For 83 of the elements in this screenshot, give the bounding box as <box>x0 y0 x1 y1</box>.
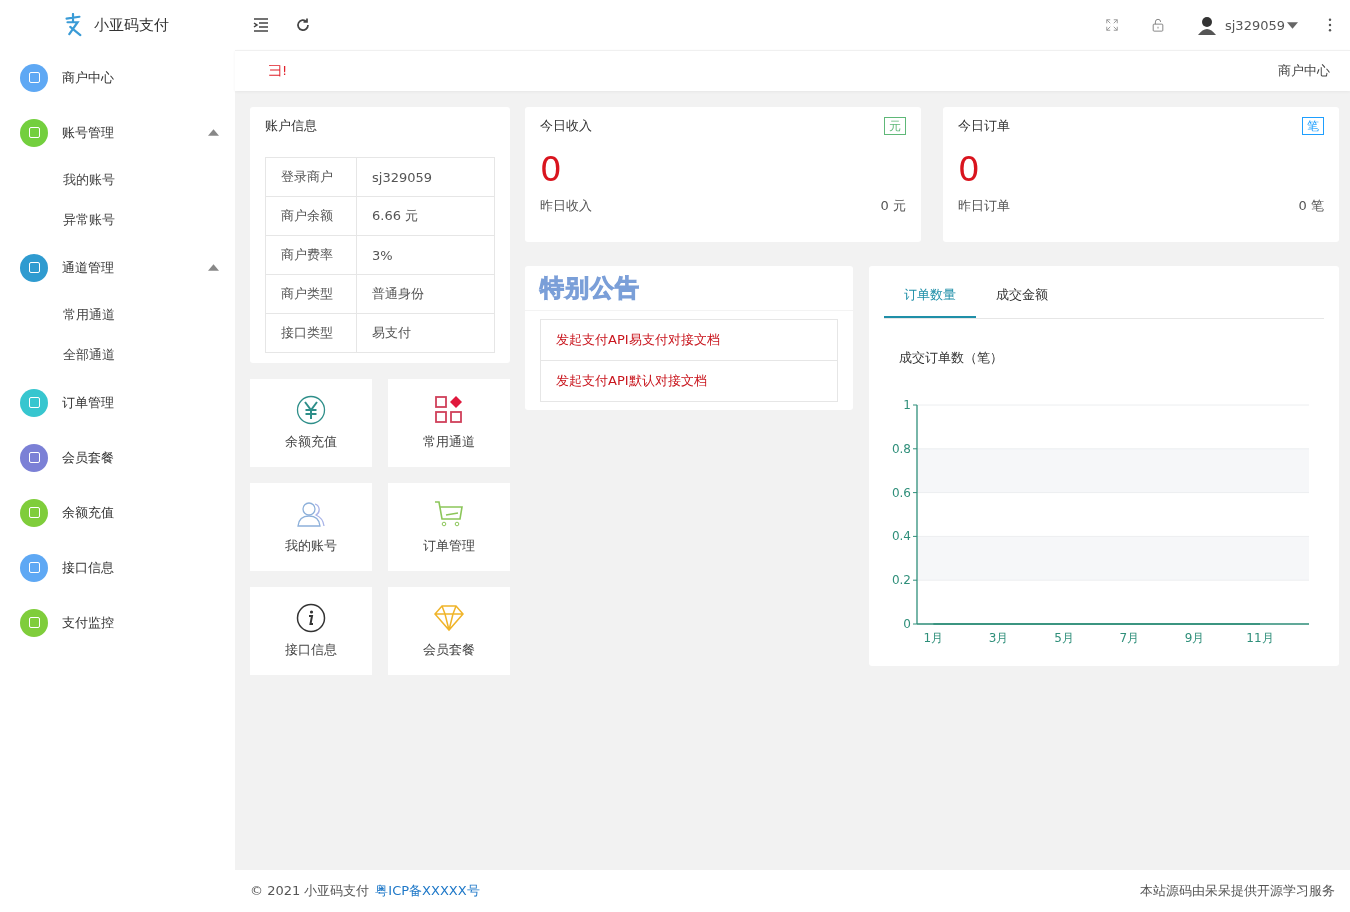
menu-icon[interactable] <box>253 17 269 33</box>
icp-link[interactable]: 粤ICP备XXXXX号 <box>375 882 480 900</box>
shortcut-label: 常用通道 <box>423 433 475 451</box>
username-link[interactable]: sj329059 <box>1225 17 1285 33</box>
shortcut-label: 订单管理 <box>423 537 475 555</box>
breadcrumb: 商户中心 <box>1278 62 1330 80</box>
x-tick-label: 7月 <box>1119 631 1140 645</box>
shortcut-tile[interactable]: 会员套餐 <box>388 587 510 675</box>
lock-icon[interactable] <box>1151 18 1165 32</box>
notice-title: 特别公告 <box>540 273 640 304</box>
stat-sub-value: 0 笔 <box>1298 197 1324 215</box>
x-tick-label: 5月 <box>1054 631 1074 645</box>
avatar-icon <box>1197 15 1217 35</box>
shortcut-label: 余额充值 <box>285 433 337 451</box>
card-title: 账户信息 <box>265 117 318 135</box>
dropdown-caret-icon[interactable] <box>1287 21 1298 29</box>
stat-sub-value: 0 元 <box>880 197 906 215</box>
sidebar-item[interactable]: 接口信息 <box>0 540 235 595</box>
sidebar-item[interactable]: 支付监控 <box>0 595 235 650</box>
table-cell: 接口类型 <box>265 313 357 353</box>
chart-tab[interactable]: 订单数量 <box>884 278 976 318</box>
shortcut-label: 我的账号 <box>285 537 337 555</box>
stat-value: 0 <box>540 149 563 189</box>
y-tick-label: 0.6 <box>891 485 911 500</box>
yen-icon <box>296 395 326 425</box>
sidebar-item[interactable]: 账号管理 <box>0 105 235 160</box>
x-tick-label: 11月 <box>1246 631 1274 645</box>
table-cell: 商户类型 <box>265 274 357 314</box>
stat-label: 昨日订单 <box>958 197 1010 215</box>
sidebar-item[interactable]: 订单管理 <box>0 375 235 430</box>
shortcut-tile[interactable]: 常用通道 <box>388 379 510 467</box>
y-tick-label: 0.2 <box>891 573 911 588</box>
brand-name: 小亚码支付 <box>94 15 169 35</box>
sidebar-item[interactable]: 余额充值 <box>0 485 235 540</box>
doc-link[interactable]: 发起支付API默认对接文档 <box>541 361 837 401</box>
shortcut-tile[interactable]: 我的账号 <box>250 483 372 571</box>
stat-label: 昨日收入 <box>540 197 592 215</box>
diamond-icon <box>434 603 464 633</box>
unit-tag: 元 <box>884 117 906 135</box>
doc-link[interactable]: 发起支付API易支付对接文档 <box>541 320 837 361</box>
card-title: 今日订单 <box>958 117 1010 135</box>
info-icon <box>296 603 326 633</box>
marquee-text: 彐! <box>269 62 289 80</box>
table-cell: 6.66 元 <box>356 196 495 236</box>
sidebar-item[interactable]: 会员套餐 <box>0 430 235 485</box>
sidebar-item[interactable]: 商户中心 <box>0 50 235 105</box>
table-cell: 商户余额 <box>265 196 357 236</box>
sidebar-subitem[interactable]: 我的账号 <box>0 160 235 200</box>
users-icon <box>296 499 326 529</box>
y-tick-label: 0 <box>903 617 911 631</box>
cart-icon <box>434 499 464 529</box>
more-icon[interactable] <box>1328 18 1332 32</box>
x-tick-label: 1月 <box>923 631 944 645</box>
shortcut-tile[interactable]: 接口信息 <box>250 587 372 675</box>
shortcut-label: 会员套餐 <box>423 641 475 659</box>
x-tick-label: 9月 <box>1184 631 1205 645</box>
chart-title: 成交订单数（笔） <box>899 349 1004 367</box>
table-cell: 商户费率 <box>265 235 357 275</box>
y-tick-label: 1 <box>903 398 911 412</box>
unit-tag: 笔 <box>1302 117 1324 135</box>
table-cell: 普通身份 <box>356 274 495 314</box>
chart-tab[interactable]: 成交金额 <box>976 278 1068 316</box>
shortcut-tile[interactable]: 余额充值 <box>250 379 372 467</box>
apps-icon <box>434 395 464 425</box>
table-cell: sj329059 <box>356 157 495 197</box>
table-cell: 3% <box>356 235 495 275</box>
table-cell: 登录商户 <box>265 157 357 197</box>
footer-note: 本站源码由呆呆提供开源学习服务 <box>1140 882 1335 900</box>
x-tick-label: 3月 <box>988 631 1009 645</box>
sidebar-item[interactable]: 通道管理 <box>0 240 235 295</box>
copyright-text: © 2021 小亚码支付 <box>250 882 370 900</box>
y-tick-label: 0.4 <box>891 529 911 544</box>
shortcut-label: 接口信息 <box>285 641 337 659</box>
stat-value: 0 <box>958 149 981 189</box>
fullscreen-icon[interactable] <box>1105 18 1119 32</box>
y-tick-label: 0.8 <box>891 441 911 456</box>
sidebar-subitem[interactable]: 全部通道 <box>0 335 235 375</box>
shortcut-tile[interactable]: 订单管理 <box>388 483 510 571</box>
card-title: 今日收入 <box>540 117 592 135</box>
sidebar-subitem[interactable]: 常用通道 <box>0 295 235 335</box>
sidebar-subitem[interactable]: 异常账号 <box>0 200 235 240</box>
table-cell: 易支付 <box>356 313 495 353</box>
refresh-icon[interactable] <box>295 17 311 33</box>
